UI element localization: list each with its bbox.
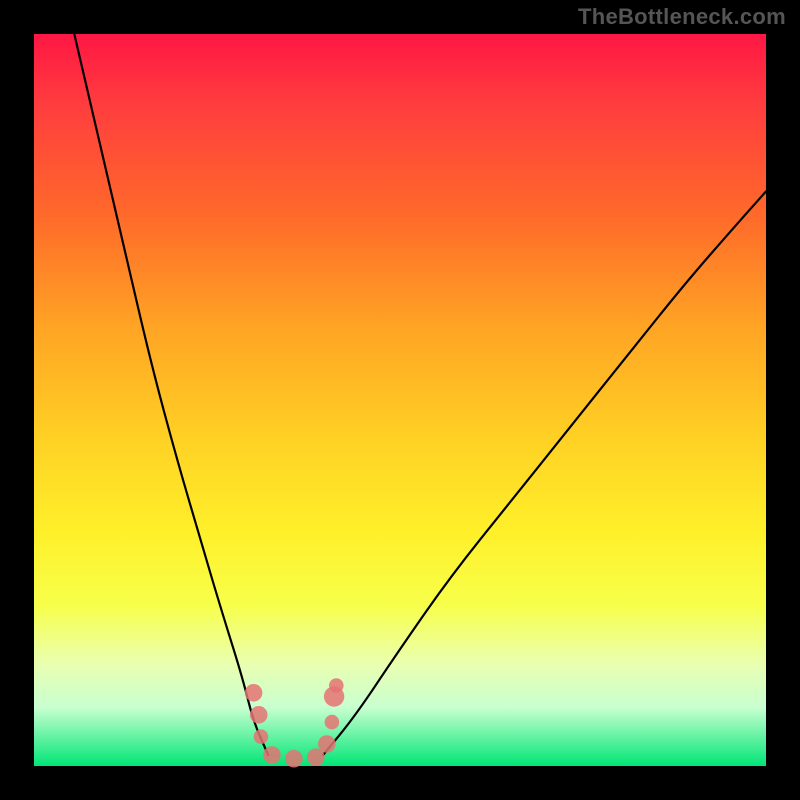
bead-marker bbox=[285, 750, 303, 768]
bead-marker bbox=[250, 706, 268, 724]
chart-svg bbox=[34, 34, 766, 766]
right-curve bbox=[323, 191, 766, 755]
attribution-text: TheBottleneck.com bbox=[578, 4, 786, 30]
chart-frame: TheBottleneck.com bbox=[0, 0, 800, 800]
plot-area bbox=[34, 34, 766, 766]
bead-marker bbox=[254, 729, 269, 744]
bead-marker bbox=[245, 684, 263, 702]
bead-marker bbox=[325, 715, 340, 730]
bead-marker bbox=[263, 746, 281, 764]
bead-marker bbox=[329, 678, 344, 693]
left-curve bbox=[74, 34, 268, 755]
bead-marker bbox=[318, 735, 336, 753]
highlight-beads bbox=[245, 678, 344, 767]
